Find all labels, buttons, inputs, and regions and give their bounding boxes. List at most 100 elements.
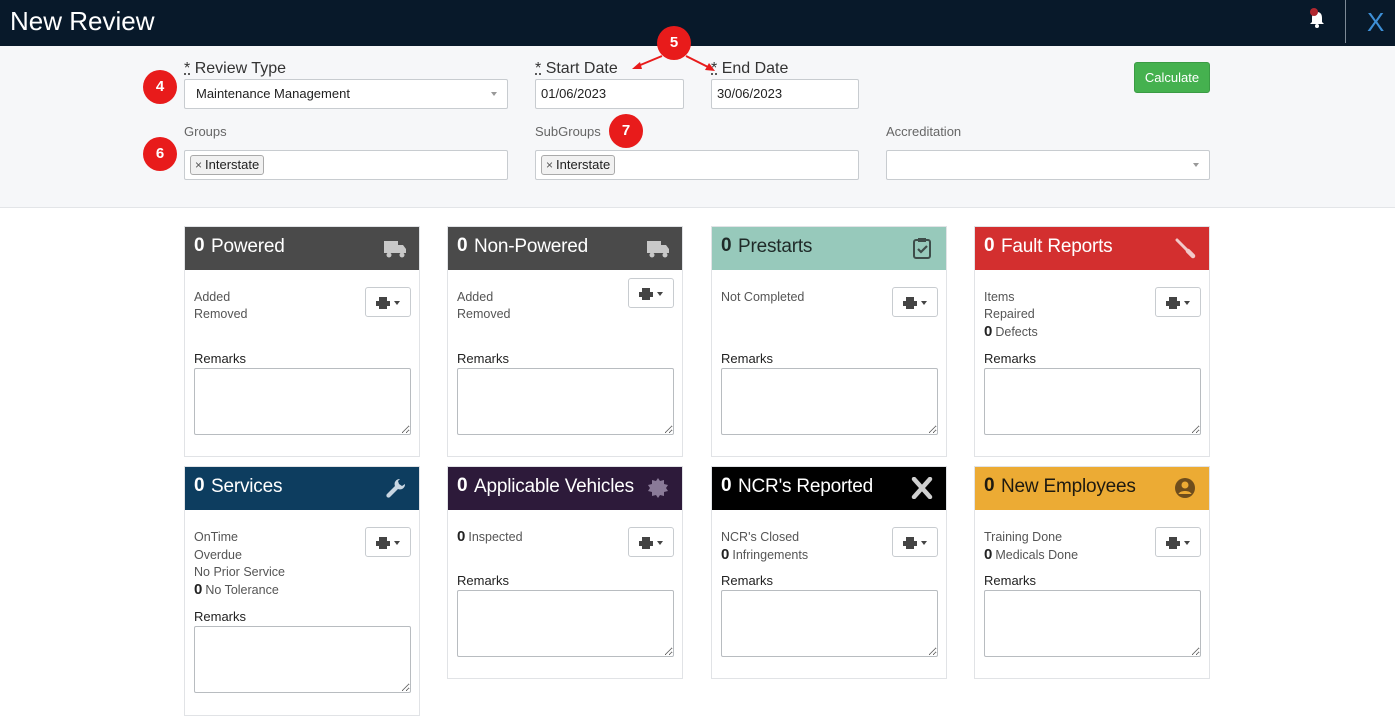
end-date-input[interactable]: 30/06/2023 [711,79,859,109]
notification-bell-icon[interactable] [1307,8,1327,30]
remove-tag-icon[interactable]: × [546,158,553,172]
printer-icon [903,297,917,309]
end-date-label-text: End Date [721,60,789,77]
review-type-label-text: Review Type [194,60,286,77]
stat-ontime: OnTime [194,530,238,544]
review-type-select[interactable]: Maintenance Management [184,79,508,109]
annotation-badge-6: 6 [143,137,177,171]
stat-overdue: Overdue [194,548,242,562]
print-button[interactable] [628,527,674,557]
stat-medicals-done: 0 Medicals Done [984,546,1078,563]
card-services: 0 Services OnTime Overdue No Prior Servi… [184,466,420,716]
remarks-textarea[interactable] [721,590,938,657]
x-mark-icon [911,477,933,499]
page-title: New Review [10,6,155,36]
chevron-down-icon [1184,541,1190,545]
calculate-button[interactable]: Calculate [1134,62,1210,93]
annotation-badge-7: 7 [609,114,643,148]
chevron-down-icon [657,541,663,545]
stat-not-completed: Not Completed [721,290,805,304]
top-bar: New Review X [0,0,1395,46]
print-button[interactable] [892,527,938,557]
remarks-textarea[interactable] [984,590,1201,657]
stat-training-done: Training Done [984,530,1063,544]
chevron-down-icon [1193,163,1199,167]
user-circle-icon [1175,478,1195,498]
close-button[interactable]: X [1367,7,1384,38]
remarks-textarea[interactable] [721,368,938,435]
start-date-input[interactable]: 01/06/2023 [535,79,684,109]
screwdriver-icon [1175,238,1196,259]
review-type-label: * Review Type [184,60,286,78]
stat-no-prior-service: No Prior Service [194,565,285,579]
remarks-label: Remarks [984,573,1037,588]
ncrs-title: NCR's Reported [738,476,873,497]
groups-multiselect[interactable]: × Interstate [184,150,508,180]
start-date-label: * Start Date [535,60,618,78]
defects-label: Defects [995,325,1038,339]
card-header-ncrs-reported: 0 NCR's Reported [712,467,946,510]
services-count: 0 [194,475,205,496]
stat-removed: Removed [457,307,511,321]
print-button[interactable] [365,287,411,317]
stat-removed: Removed [194,307,248,321]
subgroups-multiselect[interactable]: × Interstate [535,150,859,180]
printer-icon [639,537,653,549]
card-applicable-vehicles: 0 Applicable Vehicles 0 Inspected Remarks [447,466,683,679]
wrench-icon [386,478,406,498]
truck-icon [384,241,406,258]
medicals-count: 0 [984,546,993,563]
start-date-label-text: Start Date [545,60,618,77]
groups-label: Groups [184,124,227,139]
infringements-label: Infringements [732,548,809,562]
print-button[interactable] [892,287,938,317]
new-employees-title: New Employees [1001,476,1136,497]
remarks-label: Remarks [457,573,510,588]
card-header-powered: 0 Powered [185,227,419,270]
card-fault-reports: 0 Fault Reports Items Repaired 0 Defects … [974,226,1210,457]
stat-defects: 0 Defects [984,323,1038,340]
stat-no-tolerance: 0 No Tolerance [194,581,279,598]
remarks-textarea[interactable] [194,626,411,693]
gear-badge-icon [648,478,668,498]
stat-infringements: 0 Infringements [721,546,808,563]
printer-icon [376,297,390,309]
infringements-count: 0 [721,546,730,563]
card-header-services: 0 Services [185,467,419,510]
medicals-label: Medicals Done [995,548,1079,562]
accreditation-select[interactable] [886,150,1210,180]
card-header-fault-reports: 0 Fault Reports [975,227,1209,270]
groups-tag: × Interstate [190,155,265,175]
required-marker: * [535,60,542,77]
fault-reports-title: Fault Reports [1001,236,1113,257]
card-header-non-powered: 0 Non-Powered [448,227,682,270]
printer-icon [903,537,917,549]
remarks-label: Remarks [984,351,1037,366]
end-date-value: 30/06/2023 [717,86,783,101]
remarks-textarea[interactable] [984,368,1201,435]
print-button[interactable] [365,527,411,557]
print-button[interactable] [1155,527,1201,557]
printer-icon [376,537,390,549]
review-type-value: Maintenance Management [196,86,350,101]
non-powered-title: Non-Powered [474,236,588,257]
no-tolerance-count: 0 [194,581,203,598]
remove-tag-icon[interactable]: × [195,158,202,172]
remarks-textarea[interactable] [457,590,674,657]
remarks-textarea[interactable] [194,368,411,435]
powered-title: Powered [211,236,285,257]
stat-repaired: Repaired [984,307,1035,321]
chevron-down-icon [491,92,497,96]
groups-tag-label: Interstate [205,157,260,172]
print-button[interactable] [1155,287,1201,317]
printer-icon [1166,297,1180,309]
print-button[interactable] [628,278,674,308]
remarks-textarea[interactable] [457,368,674,435]
chevron-down-icon [921,541,927,545]
ncrs-count: 0 [721,475,732,496]
prestarts-title: Prestarts [738,236,813,257]
start-date-value: 01/06/2023 [541,86,607,101]
printer-icon [639,288,653,300]
inspected-count: 0 [457,528,466,545]
chevron-down-icon [657,292,663,296]
